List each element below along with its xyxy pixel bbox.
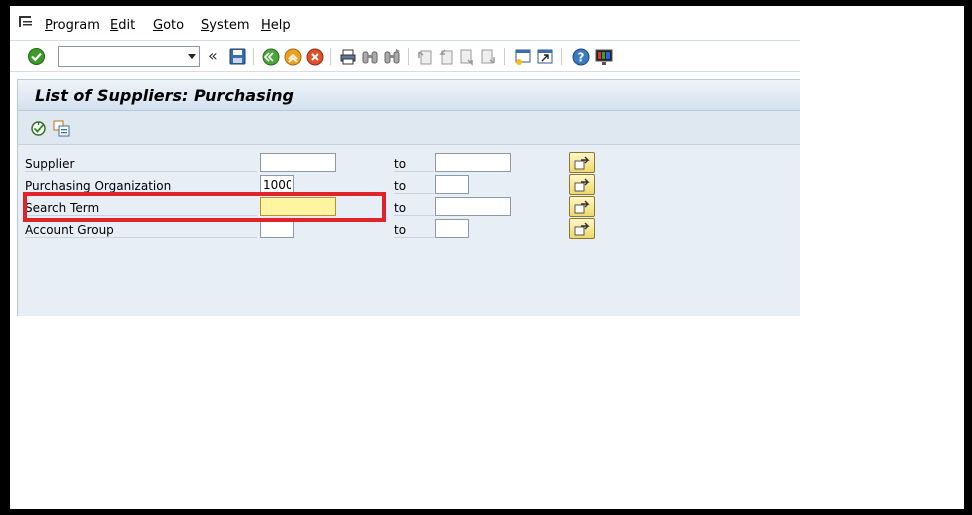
page-title: List of Suppliers: Purchasing xyxy=(35,86,294,105)
command-field[interactable] xyxy=(58,46,200,67)
toolbar-separator xyxy=(330,48,331,65)
supplier-to-label: to xyxy=(394,155,434,172)
account-group-to-input[interactable] xyxy=(435,219,469,238)
account-group-to-label: to xyxy=(394,221,434,238)
create-session-icon[interactable] xyxy=(513,47,532,66)
menu-edit[interactable]: Edit xyxy=(110,18,135,33)
shortcut-icon[interactable] xyxy=(535,47,554,66)
save-icon[interactable] xyxy=(228,47,247,66)
chevron-down-icon[interactable] xyxy=(188,54,196,59)
account-group-label: Account Group xyxy=(25,221,257,238)
menu-goto-label: oto xyxy=(163,18,185,33)
menu-icon[interactable] xyxy=(18,15,34,29)
supplier-from-input[interactable] xyxy=(260,153,336,172)
menu-system-label: ystem xyxy=(209,18,250,33)
menu-bar: Program Edit Goto System Help xyxy=(10,6,800,39)
menu-system[interactable]: System xyxy=(201,18,250,33)
customize-layout-icon[interactable] xyxy=(594,47,613,66)
menu-help-label: elp xyxy=(270,18,291,33)
highlight-box xyxy=(23,192,386,222)
multiple-selection-icon xyxy=(574,200,590,213)
cancel-icon[interactable] xyxy=(305,47,324,66)
previous-page-icon[interactable] xyxy=(436,47,455,66)
menu-edit-mnemonic: E xyxy=(110,18,119,33)
title-bar: List of Suppliers: Purchasing xyxy=(17,79,800,111)
search-term-multiple-selection-button[interactable] xyxy=(569,196,595,217)
purchasing-organization-to-input[interactable] xyxy=(435,175,469,194)
purchasing-organization-to-label: to xyxy=(394,177,434,194)
last-page-icon[interactable] xyxy=(478,47,497,66)
enter-icon[interactable] xyxy=(27,47,46,66)
multiple-selection-icon xyxy=(574,222,590,235)
menu-goto[interactable]: Goto xyxy=(153,18,184,33)
first-page-icon[interactable] xyxy=(415,47,434,66)
next-page-icon[interactable] xyxy=(457,47,476,66)
supplier-label: Supplier xyxy=(25,155,257,172)
account-group-multiple-selection-button[interactable] xyxy=(569,218,595,239)
print-icon[interactable] xyxy=(338,47,357,66)
menu-help-mnemonic: H xyxy=(261,18,271,33)
execute-icon[interactable] xyxy=(30,120,47,137)
multiple-selection-icon xyxy=(574,156,590,169)
supplier-to-input[interactable] xyxy=(435,153,511,172)
exit-icon[interactable] xyxy=(283,47,302,66)
command-input[interactable] xyxy=(61,48,179,65)
screen: Program Edit Goto System Help « ? List o… xyxy=(10,6,964,509)
menu-help[interactable]: Help xyxy=(261,18,291,33)
collapse-command-field-icon[interactable]: « xyxy=(208,47,218,65)
supplier-multiple-selection-button[interactable] xyxy=(569,152,595,173)
help-icon[interactable]: ? xyxy=(571,47,590,66)
toolbar-separator xyxy=(561,48,562,65)
get-variant-icon[interactable] xyxy=(53,120,70,137)
multiple-selection-icon xyxy=(574,178,590,191)
sap-window: Program Edit Goto System Help « ? List o… xyxy=(10,6,800,316)
application-toolbar xyxy=(17,111,800,145)
menu-program-label: rogram xyxy=(52,18,100,33)
menu-edit-label: dit xyxy=(118,18,136,33)
menu-program-mnemonic: P xyxy=(45,18,53,33)
find-next-icon[interactable] xyxy=(382,47,401,66)
search-term-to-input[interactable] xyxy=(435,197,511,216)
standard-toolbar: « ? xyxy=(10,40,800,72)
search-term-to-label: to xyxy=(394,199,434,216)
svg-text:?: ? xyxy=(577,50,584,64)
menu-program[interactable]: Program xyxy=(45,18,100,33)
find-icon[interactable] xyxy=(360,47,379,66)
toolbar-separator xyxy=(408,48,409,65)
toolbar-separator xyxy=(504,48,505,65)
toolbar-separator xyxy=(253,48,254,65)
selection-screen: Supplier to Purchasing Organization to S… xyxy=(17,145,800,316)
back-icon[interactable] xyxy=(261,47,280,66)
menu-goto-mnemonic: G xyxy=(153,18,164,33)
purchasing-organization-multiple-selection-button[interactable] xyxy=(569,174,595,195)
